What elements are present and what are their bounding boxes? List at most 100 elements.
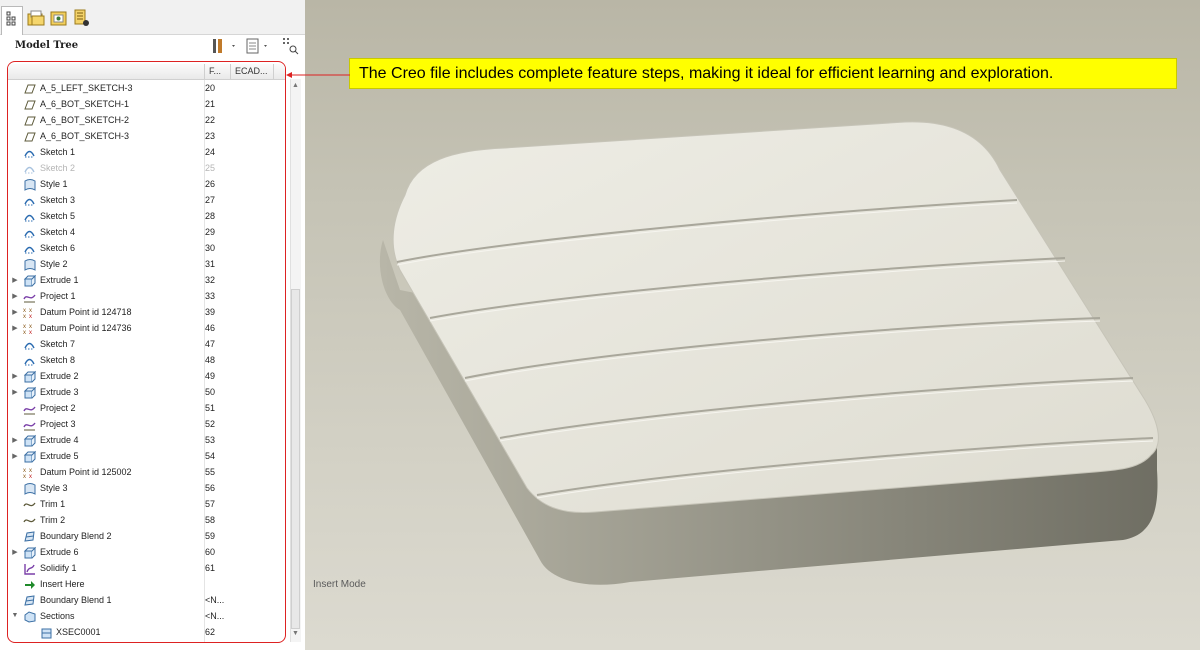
tree-item[interactable]: Project 3 52 (8, 417, 285, 433)
tree-item[interactable]: Style 3 56 (8, 481, 285, 497)
feature-number: 32 (205, 275, 216, 285)
expand-toggle-icon[interactable]: ▶ (11, 452, 19, 460)
sketch-icon (23, 338, 36, 351)
expand-toggle-icon[interactable]: ▶ (11, 308, 19, 316)
scroll-up-arrow-icon[interactable]: ▲ (292, 82, 299, 89)
feature-number: 39 (205, 307, 216, 317)
tree-item[interactable]: Trim 2 58 (8, 513, 285, 529)
feature-number: 29 (205, 227, 216, 237)
tree-item[interactable]: ▶ Extrude 2 49 (8, 369, 285, 385)
tree-item[interactable]: ▶ x x x x Datum Point id 124718 39 (8, 305, 285, 321)
tree-item-label: Datum Point id 124718 (40, 307, 132, 317)
tree-item[interactable]: ▶ Extrude 6 60 (8, 545, 285, 561)
tree-item[interactable]: A_6_BOT_SKETCH-2 22 (8, 113, 285, 129)
tab-layer-tree[interactable] (72, 8, 92, 28)
boundary-blend-icon (23, 594, 36, 607)
tree-item-label: Sketch 6 (40, 243, 76, 253)
tree-item[interactable]: Style 1 26 (8, 177, 285, 193)
expand-toggle-icon[interactable]: ▶ (11, 292, 19, 300)
tree-item-label: Extrude 3 (40, 387, 79, 397)
feature-number: 28 (205, 211, 216, 221)
tree-item[interactable]: XSEC0001 62 (8, 625, 285, 641)
sections-icon (23, 610, 36, 623)
expand-toggle-icon[interactable]: ▼ (11, 612, 19, 619)
tree-item[interactable]: ▶ Extrude 5 54 (8, 449, 285, 465)
tab-folder-browser[interactable] (26, 8, 46, 28)
tree-item[interactable]: Sketch 1 24 (8, 145, 285, 161)
tree-item[interactable]: x x x x Datum Point id 125002 55 (8, 465, 285, 481)
tree-item[interactable]: Sketch 6 30 (8, 241, 285, 257)
tree-item[interactable]: ▼ Sections <N... (8, 609, 285, 625)
tree-item-label: Project 3 (40, 419, 76, 429)
tab-model-tree[interactable] (1, 6, 23, 35)
tree-item-label: Sketch 3 (40, 195, 76, 205)
tree-scrollbar[interactable]: ▲ ▼ (290, 79, 301, 642)
style-icon (23, 482, 36, 495)
datum-point-icon: xxxx (23, 466, 36, 480)
project-icon (23, 402, 36, 415)
tree-item[interactable]: Solidify 1 61 (8, 561, 285, 577)
tree-item[interactable]: Project 2 51 (8, 401, 285, 417)
tree-search-button[interactable] (281, 36, 301, 56)
tree-item[interactable]: Sketch 8 48 (8, 353, 285, 369)
datum-plane-icon (23, 114, 36, 127)
tree-item[interactable]: Sketch 2 25 (8, 161, 285, 177)
feature-number: 25 (205, 163, 216, 173)
tree-item[interactable]: A_6_BOT_SKETCH-1 21 (8, 97, 285, 113)
expand-toggle-icon[interactable]: ▶ (11, 548, 19, 556)
graphics-window[interactable]: Insert Mode (305, 0, 1200, 650)
feature-number: 56 (205, 483, 216, 493)
tree-item-label: XSEC0001 (56, 627, 101, 637)
show-list-icon (246, 38, 267, 54)
expand-toggle-icon[interactable]: ▶ (11, 324, 19, 332)
sketch-icon (23, 226, 36, 239)
tree-item[interactable]: ▶ Project 1 33 (8, 289, 285, 305)
tab-favorites[interactable] (49, 8, 69, 28)
scrollbar-thumb[interactable] (291, 289, 300, 629)
tree-item[interactable]: Sketch 3 27 (8, 193, 285, 209)
expand-toggle-icon[interactable]: ▶ (11, 372, 19, 380)
tree-item[interactable]: A_5_LEFT_SKETCH-3 20 (8, 81, 285, 97)
feature-number: <N... (205, 611, 225, 621)
scroll-down-arrow-icon[interactable]: ▼ (292, 630, 299, 637)
tree-item[interactable]: Sketch 5 28 (8, 209, 285, 225)
tree-item[interactable]: Trim 1 57 (8, 497, 285, 513)
feature-number: 26 (205, 179, 216, 189)
tree-settings-button[interactable] (210, 36, 240, 56)
column-ecad[interactable]: ECAD... (235, 66, 268, 76)
tree-item[interactable]: ▶ x x x x Datum Point id 124736 46 (8, 321, 285, 337)
feature-number: 60 (205, 547, 216, 557)
tree-item-label: Sections (40, 611, 75, 621)
tree-item[interactable]: A_6_BOT_SKETCH-3 23 (8, 129, 285, 145)
tree-item[interactable]: ▶ Extrude 1 32 (8, 273, 285, 289)
3d-model-render (379, 121, 1159, 585)
tree-item-label: Datum Point id 124736 (40, 323, 132, 333)
tree-item[interactable]: Boundary Blend 2 59 (8, 529, 285, 545)
feature-number: 55 (205, 467, 216, 477)
expand-toggle-icon[interactable]: ▶ (11, 276, 19, 284)
tree-item[interactable]: Style 2 31 (8, 257, 285, 273)
expand-toggle-icon[interactable]: ▶ (11, 436, 19, 444)
sketch-icon (23, 162, 36, 175)
tree-filters-button[interactable] (244, 36, 274, 56)
tree-item-label: Extrude 1 (40, 275, 79, 285)
datum-plane-icon (23, 130, 36, 143)
tree-item[interactable]: ▶ Extrude 4 53 (8, 433, 285, 449)
tree-item[interactable]: Sketch 7 47 (8, 337, 285, 353)
tree-item[interactable]: Sketch 4 29 (8, 225, 285, 241)
boundary-blend-icon (23, 530, 36, 543)
extrude-icon (23, 434, 37, 447)
insert-mode-label: Insert Mode (313, 579, 366, 590)
tree-item[interactable]: ▶ Extrude 3 50 (8, 385, 285, 401)
feature-number: 62 (205, 627, 216, 637)
expand-toggle-icon[interactable]: ▶ (11, 388, 19, 396)
column-feature-number[interactable]: F... (209, 66, 221, 76)
svg-text:x: x (29, 474, 32, 479)
feature-number: 30 (205, 243, 216, 253)
tree-item[interactable]: Boundary Blend 1 <N... (8, 593, 285, 609)
tree-column-header: F... ECAD... (8, 64, 285, 80)
tree-item[interactable]: Insert Here (8, 577, 285, 593)
feature-number: 33 (205, 291, 216, 301)
feature-number: 20 (205, 83, 216, 93)
feature-number: 58 (205, 515, 216, 525)
